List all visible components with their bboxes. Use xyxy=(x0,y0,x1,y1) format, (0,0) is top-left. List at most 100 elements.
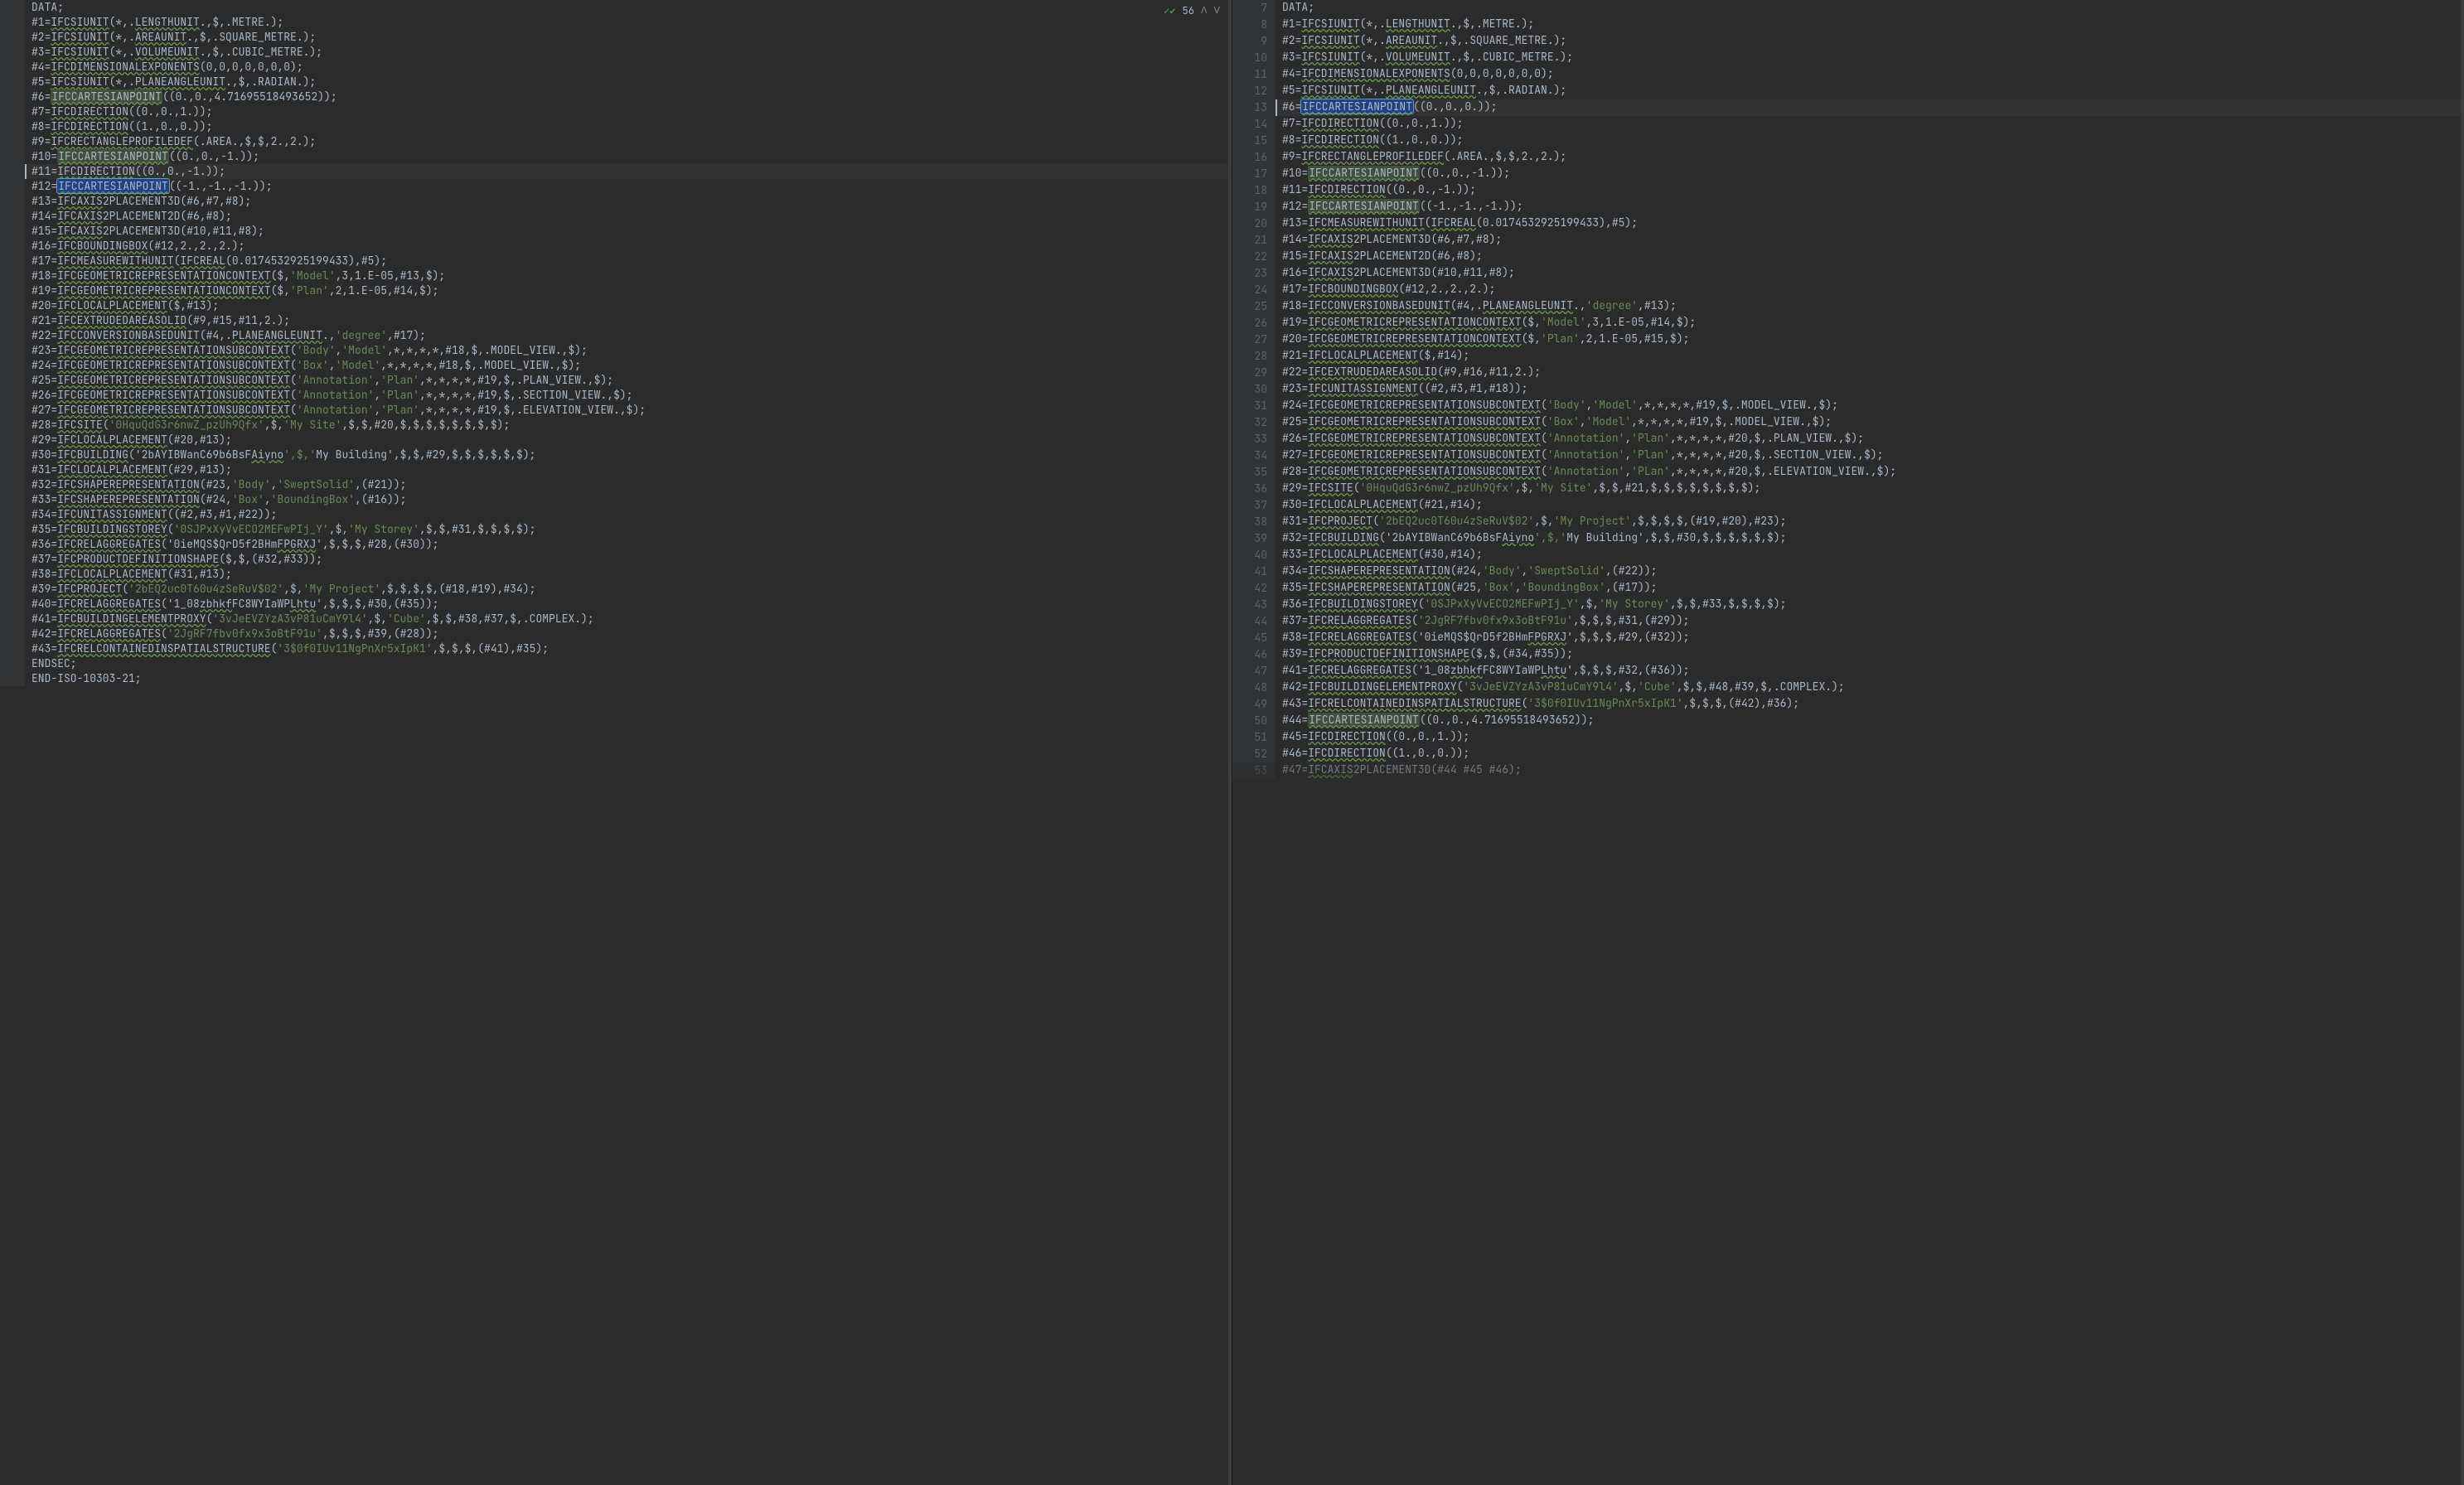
code-line[interactable]: #30=IFCBUILDING('2bAYIBWanC69b6BsFAiyno'… xyxy=(0,447,1232,462)
code-line[interactable]: 49#43=IFCRELCONTAINEDINSPATIALSTRUCTURE(… xyxy=(1232,696,2464,713)
gutter[interactable] xyxy=(0,15,25,30)
code-line[interactable]: #43=IFCRELCONTAINEDINSPATIALSTRUCTURE('3… xyxy=(0,641,1232,656)
gutter[interactable] xyxy=(0,30,25,45)
code-line[interactable]: 33#26=IFCGEOMETRICREPRESENTATIONSUBCONTE… xyxy=(1232,431,2464,447)
code-line[interactable]: ENDSEC; xyxy=(0,656,1232,671)
code-line[interactable]: #27=IFCGEOMETRICREPRESENTATIONSUBCONTEXT… xyxy=(0,403,1232,418)
code-content[interactable]: #19=IFCGEOMETRICREPRESENTATIONCONTEXT($,… xyxy=(1276,315,2464,331)
code-line[interactable]: 37#30=IFCLOCALPLACEMENT(#21,#14); xyxy=(1232,497,2464,514)
code-line[interactable]: 25#18=IFCCONVERSIONBASEDUNIT(#4,.PLANEAN… xyxy=(1232,298,2464,315)
gutter[interactable] xyxy=(0,209,25,224)
gutter[interactable] xyxy=(0,507,25,522)
code-line[interactable]: 29#22=IFCEXTRUDEDAREASOLID(#9,#16,#11,2.… xyxy=(1232,365,2464,381)
code-line[interactable]: #23=IFCGEOMETRICREPRESENTATIONSUBCONTEXT… xyxy=(0,343,1232,358)
gutter[interactable] xyxy=(0,522,25,537)
line-number[interactable]: 29 xyxy=(1232,365,1276,381)
code-line[interactable]: #16=IFCBOUNDINGBOX(#12,2.,2.,2.); xyxy=(0,239,1232,254)
right-code-body[interactable]: 7DATA;8#1=IFCSIUNIT(*,.LENGTHUNIT.,$,.ME… xyxy=(1232,0,2464,779)
code-line[interactable]: #32=IFCSHAPEREPRESENTATION(#23,'Body','S… xyxy=(0,477,1232,492)
gutter[interactable] xyxy=(0,60,25,75)
code-content[interactable]: #38=IFCLOCALPLACEMENT(#31,#13); xyxy=(25,567,1232,582)
code-content[interactable]: #41=IFCBUILDINGELEMENTPROXY('3vJeEVZYzA3… xyxy=(25,612,1232,626)
code-line[interactable]: 51#45=IFCDIRECTION((0.,0.,1.)); xyxy=(1232,729,2464,746)
line-number[interactable]: 34 xyxy=(1232,447,1276,464)
code-content[interactable]: #14=IFCAXIS2PLACEMENT3D(#6,#7,#8); xyxy=(1276,232,2464,249)
gutter[interactable] xyxy=(0,268,25,283)
code-line[interactable]: DATA; xyxy=(0,0,1232,15)
code-content[interactable]: DATA; xyxy=(25,0,1232,15)
gutter[interactable] xyxy=(0,298,25,313)
code-line[interactable]: 9#2=IFCSIUNIT(*,.AREAUNIT.,$,.SQUARE_MET… xyxy=(1232,33,2464,50)
code-content[interactable]: #22=IFCCONVERSIONBASEDUNIT(#4,.PLANEANGL… xyxy=(25,328,1232,343)
code-content[interactable]: #34=IFCUNITASSIGNMENT((#2,#3,#1,#22)); xyxy=(25,507,1232,522)
code-line[interactable]: #19=IFCGEOMETRICREPRESENTATIONCONTEXT($,… xyxy=(0,283,1232,298)
code-content[interactable]: #5=IFCSIUNIT(*,.PLANEANGLEUNIT.,$,.RADIA… xyxy=(25,75,1232,89)
gutter[interactable] xyxy=(0,373,25,388)
code-content[interactable]: #43=IFCRELCONTAINEDINSPATIALSTRUCTURE('3… xyxy=(25,641,1232,656)
code-line[interactable]: #11=IFCDIRECTION((0.,0.,-1.)); xyxy=(0,164,1232,179)
gutter[interactable] xyxy=(0,358,25,373)
code-content[interactable]: #39=IFCPRODUCTDEFINITIONSHAPE($,$,(#34,#… xyxy=(1276,646,2464,663)
code-content[interactable]: #15=IFCAXIS2PLACEMENT2D(#6,#8); xyxy=(1276,249,2464,265)
code-content[interactable]: #20=IFCLOCALPLACEMENT($,#13); xyxy=(25,298,1232,313)
gutter[interactable] xyxy=(0,552,25,567)
code-line[interactable]: 11#4=IFCDIMENSIONALEXPONENTS(0,0,0,0,0,0… xyxy=(1232,66,2464,83)
code-line[interactable]: 15#8=IFCDIRECTION((1.,0.,0.)); xyxy=(1232,133,2464,149)
code-line[interactable]: #35=IFCBUILDINGSTOREY('0SJPxXyVvECO2MEFw… xyxy=(0,522,1232,537)
code-line[interactable]: #2=IFCSIUNIT(*,.AREAUNIT.,$,.SQUARE_METR… xyxy=(0,30,1232,45)
gutter[interactable] xyxy=(0,194,25,209)
line-number[interactable]: 41 xyxy=(1232,564,1276,580)
line-number[interactable]: 13 xyxy=(1232,99,1276,116)
code-line[interactable]: 16#9=IFCRECTANGLEPROFILEDEF(.AREA.,$,$,2… xyxy=(1232,149,2464,166)
code-content[interactable]: #18=IFCCONVERSIONBASEDUNIT(#4,.PLANEANGL… xyxy=(1276,298,2464,315)
right-marker-bar[interactable] xyxy=(2461,0,2464,1485)
line-number[interactable]: 26 xyxy=(1232,315,1276,331)
code-line[interactable]: 28#21=IFCLOCALPLACEMENT($,#14); xyxy=(1232,348,2464,365)
line-number[interactable]: 20 xyxy=(1232,215,1276,232)
code-content[interactable]: #27=IFCGEOMETRICREPRESENTATIONSUBCONTEXT… xyxy=(25,403,1232,418)
gutter[interactable] xyxy=(0,149,25,164)
gutter[interactable] xyxy=(0,418,25,433)
code-content[interactable]: #40=IFCRELAGGREGATES('1_08zbhkfFC8WYIaWP… xyxy=(25,597,1232,612)
line-number[interactable]: 24 xyxy=(1232,282,1276,298)
code-line[interactable]: 14#7=IFCDIRECTION((0.,0.,1.)); xyxy=(1232,116,2464,133)
find-next-button[interactable]: ᐯ xyxy=(1213,3,1220,18)
code-line[interactable]: #42=IFCRELAGGREGATES('2JgRF7fbv0fx9x3oBt… xyxy=(0,626,1232,641)
code-line[interactable]: END-ISO-10303-21; xyxy=(0,671,1232,686)
code-content[interactable]: #23=IFCUNITASSIGNMENT((#2,#3,#1,#18)); xyxy=(1276,381,2464,398)
code-content[interactable]: #42=IFCRELAGGREGATES('2JgRF7fbv0fx9x3oBt… xyxy=(25,626,1232,641)
code-line[interactable]: 47#41=IFCRELAGGREGATES('1_08zbhkfFC8WYIa… xyxy=(1232,663,2464,680)
line-number[interactable]: 49 xyxy=(1232,696,1276,713)
code-content[interactable]: #21=IFCLOCALPLACEMENT($,#14); xyxy=(1276,348,2464,365)
code-line[interactable]: 12#5=IFCSIUNIT(*,.PLANEANGLEUNIT.,$,.RAD… xyxy=(1232,83,2464,99)
gutter[interactable] xyxy=(0,671,25,686)
code-content[interactable]: ENDSEC; xyxy=(25,656,1232,671)
code-content[interactable]: #20=IFCGEOMETRICREPRESENTATIONCONTEXT($,… xyxy=(1276,331,2464,348)
gutter[interactable] xyxy=(0,492,25,507)
gutter[interactable] xyxy=(0,462,25,477)
left-editor-pane[interactable]: ✓✔ 56 ᐱ ᐯ DATA;#1=IFCSIUNIT(*,.LENGTHUNI… xyxy=(0,0,1232,1485)
code-line[interactable]: 18#11=IFCDIRECTION((0.,0.,-1.)); xyxy=(1232,182,2464,199)
code-line[interactable]: #36=IFCRELAGGREGATES('0ieMQS$QrD5f2BHmFP… xyxy=(0,537,1232,552)
code-line[interactable]: #15=IFCAXIS2PLACEMENT3D(#10,#11,#8); xyxy=(0,224,1232,239)
gutter[interactable] xyxy=(0,134,25,149)
gutter[interactable] xyxy=(0,89,25,104)
gutter[interactable] xyxy=(0,0,25,15)
line-number[interactable]: 50 xyxy=(1232,713,1276,729)
code-line[interactable]: #13=IFCAXIS2PLACEMENT3D(#6,#7,#8); xyxy=(0,194,1232,209)
code-content[interactable]: #10=IFCCARTESIANPOINT((0.,0.,-1.)); xyxy=(25,149,1232,164)
code-content[interactable]: #36=IFCBUILDINGSTOREY('0SJPxXyVvECO2MEFw… xyxy=(1276,597,2464,613)
line-number[interactable]: 52 xyxy=(1232,746,1276,762)
code-line[interactable]: 34#27=IFCGEOMETRICREPRESENTATIONSUBCONTE… xyxy=(1232,447,2464,464)
code-line[interactable]: 27#20=IFCGEOMETRICREPRESENTATIONCONTEXT(… xyxy=(1232,331,2464,348)
code-content[interactable]: #44=IFCCARTESIANPOINT((0.,0.,4.716955184… xyxy=(1276,713,2464,729)
code-line[interactable]: #39=IFCPROJECT('2bEQ2uc0T60u4zSeRuV$02',… xyxy=(0,582,1232,597)
gutter[interactable] xyxy=(0,224,25,239)
code-line[interactable]: 36#29=IFCSITE('0HquQdG3r6nwZ_pzUh9Qfx',$… xyxy=(1232,481,2464,497)
code-content[interactable]: #13=IFCMEASUREWITHUNIT(IFCREAL(0.0174532… xyxy=(1276,215,2464,232)
code-line[interactable]: 40#33=IFCLOCALPLACEMENT(#30,#14); xyxy=(1232,547,2464,564)
gutter[interactable] xyxy=(0,343,25,358)
code-content[interactable]: #45=IFCDIRECTION((0.,0.,1.)); xyxy=(1276,729,2464,746)
code-line[interactable]: #18=IFCGEOMETRICREPRESENTATIONCONTEXT($,… xyxy=(0,268,1232,283)
code-line[interactable]: 24#17=IFCBOUNDINGBOX(#12,2.,2.,2.); xyxy=(1232,282,2464,298)
